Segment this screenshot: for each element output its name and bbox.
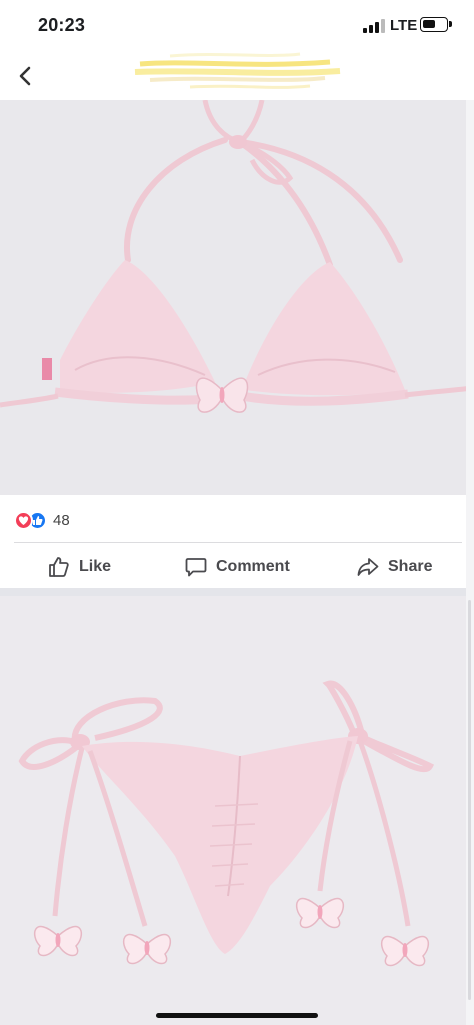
love-reaction-icon [14,510,33,530]
comment-button[interactable]: Comment [185,552,290,582]
nav-bar [0,52,474,100]
divider [14,542,462,543]
share-arrow-icon [357,558,379,576]
post-photo-top[interactable] [0,100,474,495]
chevron-left-icon[interactable] [14,62,38,90]
home-indicator[interactable] [156,1013,318,1018]
network-type: LTE [390,17,418,34]
like-label: Like [79,558,112,575]
post-photo-bottom[interactable] [0,596,474,1025]
reaction-count: 48 [53,511,70,529]
like-button[interactable]: Like [48,552,111,582]
post-separator [0,588,474,596]
share-label: Share [388,558,433,575]
scrollbar[interactable] [468,600,471,1000]
battery-icon [420,17,448,32]
share-button[interactable]: Share [357,552,432,582]
thumbs-up-icon [49,557,69,577]
comment-bubble-icon [185,558,207,577]
comment-label: Comment [216,558,290,575]
reactions-summary[interactable]: 48 [14,510,70,530]
battery-level [423,20,435,28]
battery-nub [449,21,452,27]
redacted-page-title [130,42,345,94]
status-time: 20:23 [38,15,86,35]
cellular-signal-icon [363,19,385,33]
